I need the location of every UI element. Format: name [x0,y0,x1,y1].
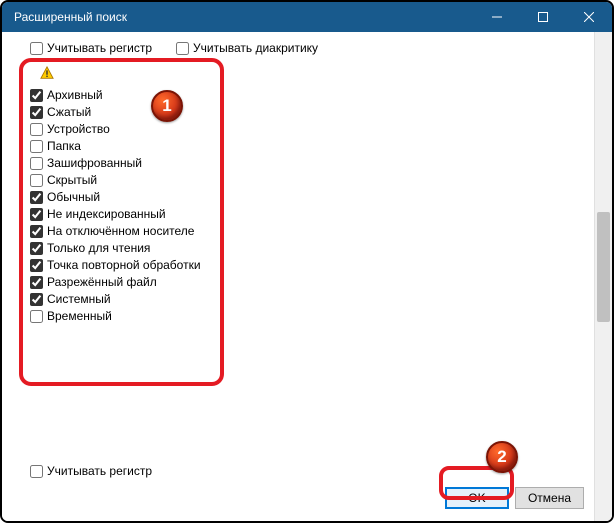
checkbox-label: Скрытый [47,173,97,187]
window-title: Расширенный поиск [14,10,474,24]
titlebar-buttons [474,2,612,32]
checkbox-case-sensitive-top[interactable]: Учитывать регистр [30,41,152,55]
warning-icon [40,66,54,80]
checkbox-label: Учитывать регистр [47,41,152,55]
checkbox-label: Системный [47,292,111,306]
titlebar: Расширенный поиск [2,2,612,32]
checkbox-diacritics[interactable]: Учитывать диакритику [176,41,318,55]
scrollbar-thumb[interactable] [597,212,610,322]
attribute-row[interactable]: Зашифрованный [30,156,584,170]
attribute-row[interactable]: Не индексированный [30,207,584,221]
attribute-row[interactable]: Точка повторной обработки [30,258,584,272]
checkbox-label: Учитывать регистр [47,464,152,478]
checkbox-input[interactable] [30,276,43,289]
attribute-row[interactable]: Сжатый [30,105,584,119]
checkbox-input[interactable] [30,191,43,204]
minimize-button[interactable] [474,2,520,32]
content-area: Учитывать регистр Учитывать диакритику А… [2,32,612,521]
attribute-row[interactable]: Временный [30,309,584,323]
checkbox-label: Обычный [47,190,100,204]
checkbox-label: Сжатый [47,105,91,119]
checkbox-input[interactable] [30,157,43,170]
checkbox-input[interactable] [176,42,189,55]
checkbox-label: Не индексированный [47,207,166,221]
checkbox-label: Зашифрованный [47,156,142,170]
checkbox-label: Разрежённый файл [47,275,157,289]
annotation-callout-2: 2 [486,441,518,473]
checkbox-input[interactable] [30,259,43,272]
annotation-callout-1: 1 [151,90,183,122]
checkbox-case-sensitive-bottom[interactable]: Учитывать регистр [30,464,152,478]
attributes-list: Архивный Сжатый Устройство Папка Зашифрованн… [22,83,584,332]
checkbox-input[interactable] [30,465,43,478]
checkbox-input[interactable] [30,208,43,221]
checkbox-label: Временный [47,309,112,323]
attribute-row[interactable]: Папка [30,139,584,153]
checkbox-label: Учитывать диакритику [193,41,318,55]
dialog-buttons: OK Отмена [445,487,584,509]
checkbox-input[interactable] [30,174,43,187]
cancel-button[interactable]: Отмена [515,487,584,509]
attribute-row[interactable]: Разрежённый файл [30,275,584,289]
ok-button[interactable]: OK [445,487,509,509]
checkbox-input[interactable] [30,140,43,153]
attribute-row[interactable]: Скрытый [30,173,584,187]
checkbox-input[interactable] [30,123,43,136]
checkbox-input[interactable] [30,225,43,238]
attribute-row[interactable]: Архивный [30,88,584,102]
checkbox-input[interactable] [30,42,43,55]
top-options-row: Учитывать регистр Учитывать диакритику [22,38,584,66]
attribute-row[interactable]: Обычный [30,190,584,204]
checkbox-label: Устройство [47,122,110,136]
maximize-button[interactable] [520,2,566,32]
attribute-row[interactable]: Системный [30,292,584,306]
checkbox-label: Архивный [47,88,103,102]
checkbox-label: Точка повторной обработки [47,258,201,272]
checkbox-input[interactable] [30,89,43,102]
close-button[interactable] [566,2,612,32]
vertical-scrollbar[interactable] [594,32,612,521]
checkbox-label: Папка [47,139,81,153]
attribute-row[interactable]: Только для чтения [30,241,584,255]
checkbox-label: Только для чтения [47,241,150,255]
attribute-row[interactable]: На отключённом носителе [30,224,584,238]
checkbox-label: На отключённом носителе [47,224,194,238]
checkbox-input[interactable] [30,310,43,323]
checkbox-input[interactable] [30,293,43,306]
attribute-row[interactable]: Устройство [30,122,584,136]
checkbox-input[interactable] [30,106,43,119]
window-frame: Расширенный поиск Учитывать регистр [0,0,614,523]
checkbox-input[interactable] [30,242,43,255]
